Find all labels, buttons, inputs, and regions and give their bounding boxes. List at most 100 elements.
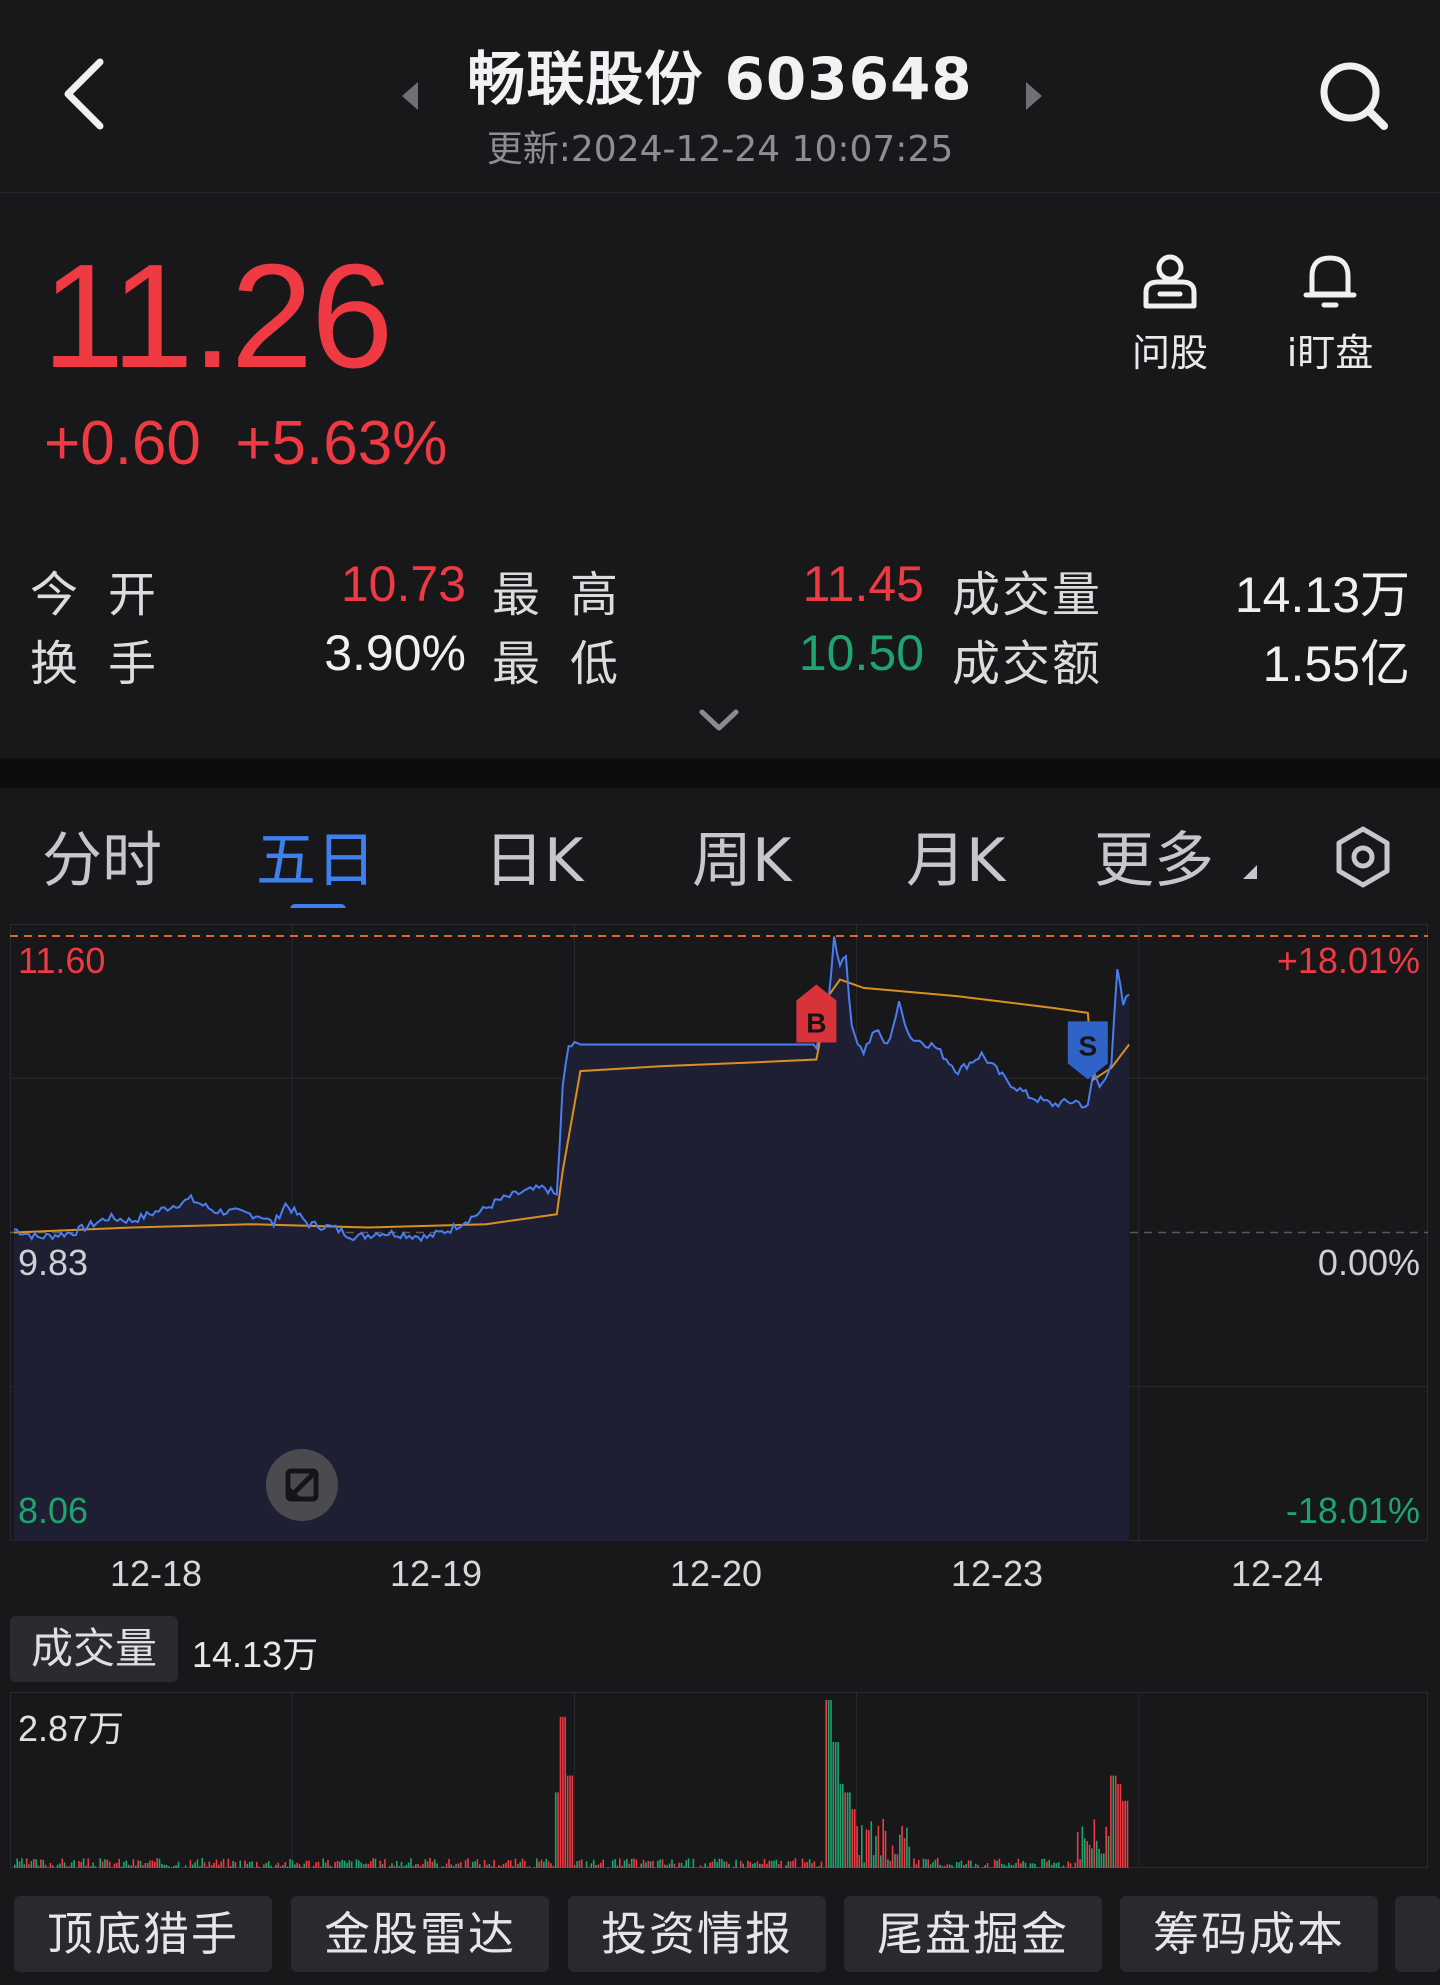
tool-gold-stock-radar[interactable]: 金股雷达: [291, 1896, 549, 1972]
volume-bar: [645, 1862, 647, 1868]
five-day-price-chart[interactable]: BS: [10, 924, 1428, 1541]
tab-daily-k[interactable]: 日K: [484, 812, 583, 899]
volume-bar: [346, 1863, 348, 1868]
volume-bar: [830, 1700, 832, 1868]
volume-bar: [571, 1775, 574, 1868]
volume-bar: [723, 1861, 725, 1868]
volume-bar: [756, 1861, 759, 1868]
x-axis-date-4: 12-23: [950, 1553, 1044, 1594]
volume-bar: [514, 1858, 517, 1868]
volume-bar: [1117, 1784, 1119, 1868]
volume-bar: [614, 1859, 616, 1868]
volume-bar: [479, 1864, 481, 1868]
volume-bar: [426, 1861, 429, 1868]
volume-indicator-button[interactable]: 成交量: [10, 1616, 178, 1682]
search-button[interactable]: [1316, 58, 1392, 134]
volume-bar: [161, 1863, 163, 1868]
volume-bar: [649, 1861, 652, 1868]
volume-bar: [424, 1859, 427, 1868]
volume-bar: [709, 1862, 711, 1868]
volume-bar: [1008, 1862, 1010, 1868]
tool-closing-gold[interactable]: 尾盘掘金: [844, 1896, 1102, 1972]
tab-intraday[interactable]: 分时: [42, 812, 162, 899]
volume-bar: [913, 1858, 915, 1868]
volume-bar: [113, 1863, 116, 1868]
tool-chip-cost[interactable]: 筹码成本: [1120, 1896, 1378, 1972]
volume-bar: [1069, 1863, 1072, 1868]
volume-bar: [44, 1864, 47, 1868]
volume-bar: [87, 1858, 90, 1868]
tool-investment-intel[interactable]: 投资情报: [568, 1896, 826, 1972]
volume-bar: [678, 1862, 680, 1868]
volume-bar: [63, 1862, 66, 1868]
x-axis-date-3: 12-20: [669, 1553, 763, 1594]
volume-bar: [754, 1862, 756, 1868]
volume-bar: [671, 1859, 673, 1868]
volume-bar: [33, 1858, 35, 1868]
volume-bar: [358, 1860, 360, 1868]
volume-bar: [1001, 1863, 1003, 1868]
y-axis-top-pct: +18.01%: [1276, 940, 1420, 981]
volume-bar: [156, 1858, 158, 1868]
volume-bar: [799, 1867, 801, 1868]
volume-bar: [1107, 1836, 1110, 1868]
volume-bar: [450, 1864, 453, 1868]
volume-bar: [554, 1792, 557, 1868]
volume-bar: [286, 1866, 289, 1868]
volume-bar: [312, 1865, 315, 1868]
volume-bar: [685, 1860, 687, 1868]
volume-bar: [825, 1700, 827, 1868]
tool-more-partial[interactable]: [1395, 1896, 1440, 1972]
volume-bar: [443, 1866, 445, 1868]
volume-bar: [234, 1862, 237, 1868]
volume-bar: [1079, 1859, 1081, 1868]
volume-bar: [597, 1864, 600, 1868]
volume-bar: [374, 1858, 377, 1868]
volume-bar: [460, 1862, 462, 1868]
volume-bar: [396, 1860, 398, 1868]
volume-bar: [331, 1867, 334, 1868]
volume-bar: [690, 1867, 692, 1868]
volume-bar: [858, 1855, 861, 1868]
volume-bar: [30, 1861, 33, 1868]
draw-tool-button[interactable]: [266, 1449, 338, 1521]
volume-bar: [960, 1860, 963, 1868]
watch-button[interactable]: i盯盘: [1270, 248, 1390, 377]
volume-bar: [229, 1866, 232, 1868]
volume-bar: [521, 1858, 524, 1868]
expand-stats-button[interactable]: [696, 706, 742, 736]
volume-bar: [778, 1864, 780, 1868]
volume-bar: [82, 1858, 85, 1868]
volume-bar: [910, 1867, 913, 1868]
tab-monthly-k[interactable]: 月K: [906, 812, 1005, 899]
volume-bar: [412, 1865, 415, 1868]
tab-more-label: 更多: [1094, 826, 1214, 896]
ask-stock-button[interactable]: 问股: [1110, 248, 1230, 377]
volume-bar: [1103, 1853, 1105, 1868]
volume-bar: [28, 1864, 30, 1868]
volume-bar: [908, 1846, 911, 1868]
volume-bar: [441, 1866, 443, 1868]
tab-weekly-k[interactable]: 周K: [692, 812, 791, 899]
tab-more[interactable]: 更多: [1094, 812, 1259, 899]
next-stock-button[interactable]: [1022, 80, 1046, 112]
volume-bar: [661, 1859, 664, 1868]
volume-bar: [360, 1862, 362, 1868]
volume-bar: [630, 1858, 633, 1868]
volume-bar: [576, 1861, 578, 1868]
chart-settings-button[interactable]: [1330, 824, 1396, 890]
volume-bar: [52, 1865, 54, 1868]
volume-bar: [675, 1867, 678, 1868]
volume-bar: [789, 1861, 792, 1868]
volume-bar: [101, 1861, 104, 1868]
volume-bar: [189, 1860, 192, 1868]
turnover-value: 3.90%: [324, 625, 466, 681]
volume-bar: [403, 1866, 405, 1868]
volume-bar: [277, 1862, 279, 1868]
volume-bar: [982, 1867, 984, 1868]
tool-top-bottom-hunter[interactable]: 顶底猎手: [14, 1896, 272, 1972]
volume-bar: [638, 1867, 640, 1868]
volume-bar: [984, 1865, 986, 1868]
volume-bar: [322, 1858, 324, 1868]
tab-five-day[interactable]: 五日: [256, 812, 376, 899]
